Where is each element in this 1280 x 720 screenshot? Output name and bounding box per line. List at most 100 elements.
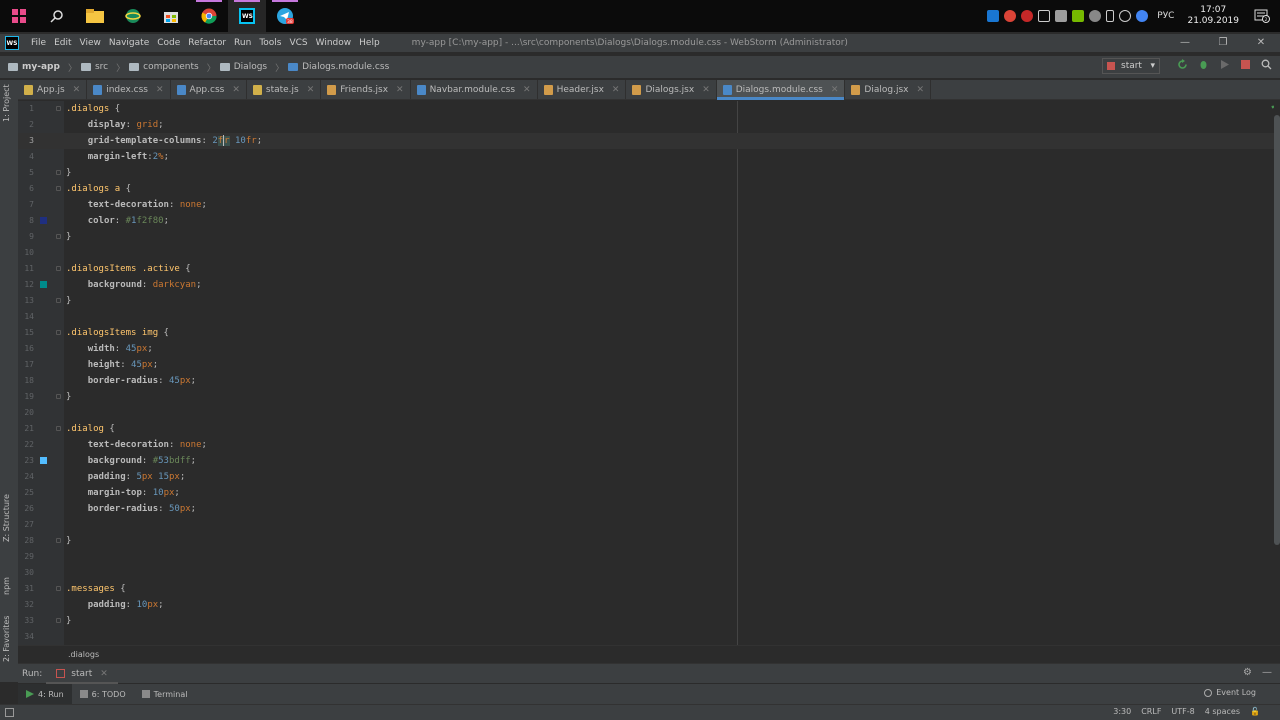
search-everywhere-icon[interactable]	[1261, 59, 1272, 70]
tab-app-css[interactable]: App.css ✕	[171, 80, 247, 99]
fold-marker-icon[interactable]	[56, 586, 61, 591]
run-configuration-select[interactable]: start ▾	[1102, 58, 1160, 74]
tab-app-js[interactable]: App.js ✕	[18, 80, 88, 99]
code-line[interactable]: 24 padding: 5px 15px;	[18, 469, 1274, 485]
fold-marker-icon[interactable]	[56, 538, 61, 543]
code-line[interactable]: 19}	[18, 389, 1274, 405]
code-line[interactable]: 32 padding: 10px;	[18, 597, 1274, 613]
menu-refactor[interactable]: Refactor	[184, 38, 230, 48]
menu-view[interactable]: View	[76, 38, 105, 48]
code-line[interactable]: 17 height: 45px;	[18, 357, 1274, 373]
line-separator[interactable]: CRLF	[1141, 707, 1161, 716]
code-line[interactable]: 34	[18, 629, 1274, 645]
tab-dialogs-jsx[interactable]: Dialogs.jsx ✕	[626, 80, 717, 99]
fold-marker-icon[interactable]	[56, 426, 61, 431]
fold-marker-icon[interactable]	[56, 298, 61, 303]
tray-network-icon[interactable]	[1089, 10, 1102, 22]
taskbar-webstorm[interactable]: WS	[228, 0, 266, 32]
fold-marker-icon[interactable]	[56, 106, 61, 111]
tab-state-js[interactable]: state.js ✕	[247, 80, 322, 99]
code-line[interactable]: 3 grid-template-columns: 2fr 10fr;	[18, 133, 1274, 149]
menu-tools[interactable]: Tools	[255, 38, 285, 48]
code-line[interactable]: 7 text-decoration: none;	[18, 197, 1274, 213]
editor-scrollbar[interactable]	[1274, 101, 1280, 645]
rerun-icon[interactable]	[1177, 59, 1188, 70]
close-tab-icon[interactable]: ✕	[396, 85, 404, 95]
coverage-icon[interactable]	[1219, 59, 1230, 70]
toggle-tool-windows-icon[interactable]	[5, 708, 14, 717]
fold-marker-icon[interactable]	[56, 394, 61, 399]
code-line[interactable]: 30	[18, 565, 1274, 581]
indent-setting[interactable]: 4 spaces	[1205, 707, 1240, 716]
code-line[interactable]: 27	[18, 517, 1274, 533]
tray-chrome-icon[interactable]	[1004, 10, 1017, 22]
tab-friends-jsx[interactable]: Friends.jsx ✕	[321, 80, 411, 99]
tab-dialog-jsx[interactable]: Dialog.jsx ✕	[845, 80, 932, 99]
code-line[interactable]: 28}	[18, 533, 1274, 549]
code-line[interactable]: 21 .dialog {	[18, 421, 1274, 437]
tab-header-jsx[interactable]: Header.jsx ✕	[538, 80, 627, 99]
lock-icon[interactable]: 🔓	[1250, 707, 1260, 716]
taskbar-app-browser[interactable]	[114, 0, 152, 32]
close-tab-icon[interactable]: ✕	[523, 85, 531, 95]
close-tab-icon[interactable]: ✕	[307, 85, 315, 95]
tool-todo[interactable]: 6: TODO	[72, 684, 134, 704]
language-indicator[interactable]: РУС	[1157, 11, 1174, 21]
tray-antivirus-icon[interactable]	[1021, 10, 1034, 22]
tool-run[interactable]: 4: Run	[18, 684, 72, 704]
fold-marker-icon[interactable]	[56, 186, 61, 191]
run-tab-start[interactable]: start ✕	[46, 669, 118, 684]
crumb-src[interactable]: src	[80, 62, 108, 72]
code-line[interactable]: 9}	[18, 229, 1274, 245]
tab-navbar-module-css[interactable]: Navbar.module.css ✕	[411, 80, 538, 99]
fold-marker-icon[interactable]	[56, 266, 61, 271]
tray-power-icon[interactable]	[1119, 10, 1132, 22]
code-line[interactable]: 8 color: #1f2f80;	[18, 213, 1274, 229]
file-encoding[interactable]: UTF-8	[1171, 707, 1194, 716]
tool-project[interactable]: 1: Project	[2, 84, 11, 122]
code-line[interactable]: 23 background: #53bdff;	[18, 453, 1274, 469]
menu-navigate[interactable]: Navigate	[105, 38, 153, 48]
scrollbar-thumb[interactable]	[1274, 115, 1280, 545]
code-line[interactable]: 26 border-radius: 50px;	[18, 501, 1274, 517]
code-line[interactable]: 22 text-decoration: none;	[18, 437, 1274, 453]
tray-volume-icon[interactable]	[1136, 10, 1149, 22]
code-editor[interactable]: 1 .dialogs {2 display: grid; 3 grid-templa…	[18, 101, 1274, 645]
code-line[interactable]: 31 .messages {	[18, 581, 1274, 597]
fold-marker-icon[interactable]	[56, 618, 61, 623]
code-line[interactable]: 20	[18, 405, 1274, 421]
tray-nvidia-icon[interactable]	[1072, 10, 1085, 22]
code-line[interactable]: 5}	[18, 165, 1274, 181]
taskbar-store[interactable]	[152, 0, 190, 32]
tool-npm[interactable]: npm	[2, 577, 11, 595]
debug-icon[interactable]	[1198, 59, 1209, 70]
minimize-icon[interactable]: —	[1166, 34, 1204, 52]
crumb-components[interactable]: components	[129, 62, 199, 72]
tool-favorites[interactable]: 2: Favorites	[2, 616, 11, 662]
code-line[interactable]: 12 background: darkcyan;	[18, 277, 1274, 293]
tool-terminal[interactable]: Terminal	[134, 684, 196, 704]
close-icon[interactable]: ✕	[1242, 34, 1280, 52]
close-tab-icon[interactable]: ✕	[702, 85, 710, 95]
fold-marker-icon[interactable]	[56, 330, 61, 335]
code-line[interactable]: 15 .dialogsItems img {	[18, 325, 1274, 341]
tab-index-css[interactable]: index.css ✕	[87, 80, 171, 99]
gear-icon[interactable]: ⚙	[1243, 667, 1252, 678]
close-icon[interactable]: ✕	[100, 669, 108, 679]
code-breadcrumb[interactable]: .dialogs	[18, 645, 1280, 663]
tab-dialogs-module-css[interactable]: Dialogs.module.css ✕	[716, 80, 846, 100]
close-tab-icon[interactable]: ✕	[612, 85, 620, 95]
color-swatch-icon[interactable]	[40, 457, 47, 464]
menu-run[interactable]: Run	[230, 38, 255, 48]
clock[interactable]: 17:07 21.09.2019	[1187, 5, 1239, 27]
taskbar-chrome[interactable]	[190, 0, 228, 32]
menu-file[interactable]: File	[27, 38, 50, 48]
crumb-file[interactable]: Dialogs.module.css	[288, 62, 389, 72]
menu-help[interactable]: Help	[355, 38, 384, 48]
start-button[interactable]	[0, 0, 38, 32]
taskbar-explorer[interactable]	[76, 0, 114, 32]
code-line[interactable]: 33}	[18, 613, 1274, 629]
tray-display-icon[interactable]	[1038, 10, 1051, 22]
close-tab-icon[interactable]: ✕	[73, 85, 81, 95]
close-tab-icon[interactable]: ✕	[831, 85, 839, 95]
